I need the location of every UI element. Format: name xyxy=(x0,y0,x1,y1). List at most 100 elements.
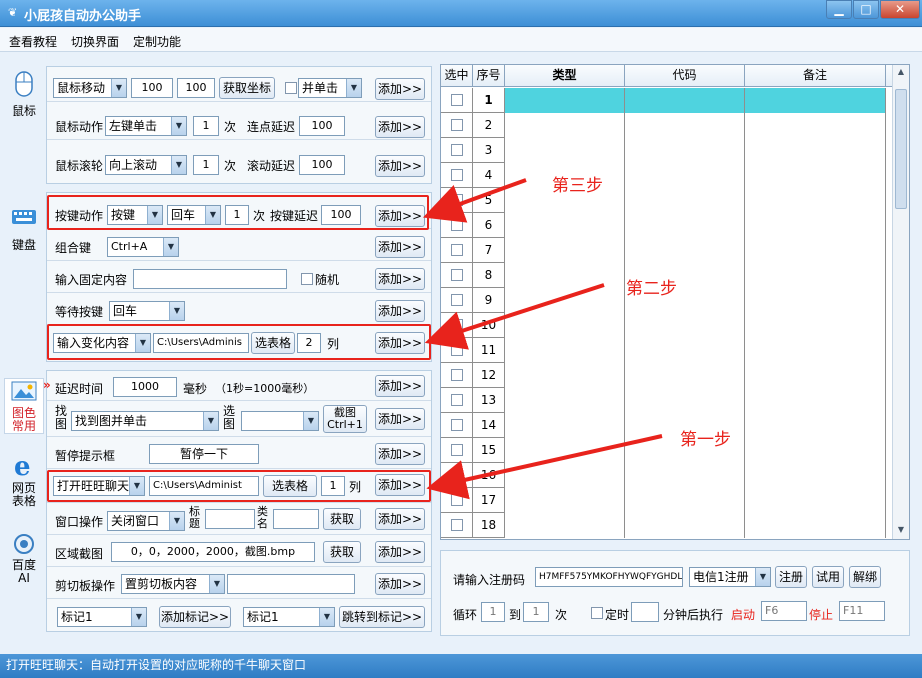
row-checkbox[interactable] xyxy=(451,444,463,456)
window-op-combo[interactable]: 关闭窗口 ▼ xyxy=(107,511,185,531)
row-type-cell[interactable] xyxy=(505,288,625,313)
row-type-cell[interactable] xyxy=(505,463,625,488)
reg-code-input[interactable]: H7MFF575YMKOFHYWQFYGHDL3 xyxy=(535,567,683,587)
row-type-cell[interactable] xyxy=(505,488,625,513)
row-select-cell[interactable] xyxy=(441,263,473,288)
add-region-button[interactable]: 添加>> xyxy=(375,541,425,563)
row-code-cell[interactable] xyxy=(625,213,745,238)
add-wait-key-button[interactable]: 添加>> xyxy=(375,300,425,322)
table-row[interactable]: 14 xyxy=(441,413,886,438)
click-type-combo[interactable]: 并单击 ▼ xyxy=(298,78,362,98)
add-mark-button[interactable]: 添加标记>> xyxy=(159,606,231,628)
wheel-count-input[interactable]: 1 xyxy=(193,155,219,175)
row-note-cell[interactable] xyxy=(745,113,886,138)
combo-key-combo[interactable]: Ctrl+A ▼ xyxy=(107,237,179,257)
get-window-button[interactable]: 获取 xyxy=(323,508,361,530)
table-row[interactable]: 1 xyxy=(441,88,886,113)
add-mouse-wheel-button[interactable]: 添加>> xyxy=(375,155,425,177)
row-code-cell[interactable] xyxy=(625,113,745,138)
row-note-cell[interactable] xyxy=(745,188,886,213)
add-mouse-action-button[interactable]: 添加>> xyxy=(375,116,425,138)
row-code-cell[interactable] xyxy=(625,363,745,388)
row-select-cell[interactable] xyxy=(441,513,473,538)
row-type-cell[interactable] xyxy=(505,88,625,113)
row-code-cell[interactable] xyxy=(625,238,745,263)
row-type-cell[interactable] xyxy=(505,113,625,138)
timer-checkbox[interactable] xyxy=(591,607,603,619)
wheel-direction-combo[interactable]: 向上滚动 ▼ xyxy=(105,155,187,175)
row-note-cell[interactable] xyxy=(745,263,886,288)
sidebar-item-image[interactable]: 图色常用 xyxy=(4,378,44,434)
mouse-move-combo[interactable]: 鼠标移动 ▼ xyxy=(53,78,127,98)
row-note-cell[interactable] xyxy=(745,288,886,313)
get-region-button[interactable]: 获取 xyxy=(323,541,361,563)
stop-hotkey-input[interactable]: F11 xyxy=(839,601,885,621)
table-row[interactable]: 2 xyxy=(441,113,886,138)
row-select-cell[interactable] xyxy=(441,438,473,463)
add-pause-button[interactable]: 添加>> xyxy=(375,443,425,465)
register-button[interactable]: 注册 xyxy=(775,566,807,588)
row-note-cell[interactable] xyxy=(745,513,886,538)
add-find-image-button[interactable]: 添加>> xyxy=(375,408,425,430)
sidebar-item-baidu[interactable]: 百度AI xyxy=(4,533,44,585)
row-select-cell[interactable] xyxy=(441,188,473,213)
find-image-combo[interactable]: 找到图并单击 ▼ xyxy=(71,411,219,431)
table-row[interactable]: 16 xyxy=(441,463,886,488)
scroll-up-icon[interactable]: ▲ xyxy=(895,67,907,79)
add-delay-button[interactable]: 添加>> xyxy=(375,375,425,397)
menu-custom[interactable]: 定制功能 xyxy=(133,33,181,50)
row-code-cell[interactable] xyxy=(625,488,745,513)
row-select-cell[interactable] xyxy=(441,338,473,363)
row-code-cell[interactable] xyxy=(625,463,745,488)
row-note-cell[interactable] xyxy=(745,163,886,188)
table-row[interactable]: 4 xyxy=(441,163,886,188)
menu-switch-view[interactable]: 切换界面 xyxy=(71,33,119,50)
row-checkbox[interactable] xyxy=(451,94,463,106)
table-row[interactable]: 18 xyxy=(441,513,886,538)
row-type-cell[interactable] xyxy=(505,138,625,163)
clipboard-combo[interactable]: 置剪切板内容 ▼ xyxy=(121,574,225,594)
fixed-text-input[interactable] xyxy=(133,269,287,289)
table-row[interactable]: 17 xyxy=(441,488,886,513)
region-input[interactable]: 0，0，2000，2000，截图.bmp xyxy=(111,542,315,562)
row-select-cell[interactable] xyxy=(441,113,473,138)
sidebar-item-mouse[interactable]: 鼠标 xyxy=(4,70,44,119)
sidebar-item-web[interactable]: e 网页表格 xyxy=(4,452,44,508)
mouse-action-combo[interactable]: 左键单击 ▼ xyxy=(105,116,187,136)
row-type-cell[interactable] xyxy=(505,413,625,438)
row-select-cell[interactable] xyxy=(441,88,473,113)
row-note-cell[interactable] xyxy=(745,313,886,338)
menu-tutorial[interactable]: 查看教程 xyxy=(9,33,57,50)
scroll-down-icon[interactable]: ▼ xyxy=(895,525,907,537)
row-type-cell[interactable] xyxy=(505,438,625,463)
row-select-cell[interactable] xyxy=(441,463,473,488)
close-button[interactable]: ✕ xyxy=(880,0,920,19)
loop-to-input[interactable]: 1 xyxy=(523,602,549,622)
row-checkbox[interactable] xyxy=(451,269,463,281)
row-code-cell[interactable] xyxy=(625,338,745,363)
scroll-thumb[interactable] xyxy=(895,89,907,209)
row-checkbox[interactable] xyxy=(451,219,463,231)
row-code-cell[interactable] xyxy=(625,188,745,213)
capture-button[interactable]: 截图 Ctrl+1 xyxy=(323,405,367,433)
stop-label[interactable]: 停止 xyxy=(809,606,833,623)
clipboard-input[interactable] xyxy=(227,574,355,594)
row-note-cell[interactable] xyxy=(745,88,886,113)
pause-text-input[interactable]: 暂停一下 xyxy=(149,444,259,464)
start-hotkey-input[interactable]: F6 xyxy=(761,601,807,621)
mouse-x-input[interactable]: 100 xyxy=(131,78,173,98)
add-combo-key-button[interactable]: 添加>> xyxy=(375,236,425,258)
row-note-cell[interactable] xyxy=(745,488,886,513)
row-note-cell[interactable] xyxy=(745,213,886,238)
row-checkbox[interactable] xyxy=(451,344,463,356)
row-type-cell[interactable] xyxy=(505,388,625,413)
jump-mark-combo[interactable]: 标记1 ▼ xyxy=(243,607,335,627)
click-checkbox[interactable] xyxy=(285,82,297,94)
row-select-cell[interactable] xyxy=(441,238,473,263)
table-row[interactable]: 3 xyxy=(441,138,886,163)
row-code-cell[interactable] xyxy=(625,163,745,188)
add-mouse-move-button[interactable]: 添加>> xyxy=(375,78,425,100)
row-note-cell[interactable] xyxy=(745,138,886,163)
window-class-input[interactable] xyxy=(273,509,319,529)
row-checkbox[interactable] xyxy=(451,244,463,256)
